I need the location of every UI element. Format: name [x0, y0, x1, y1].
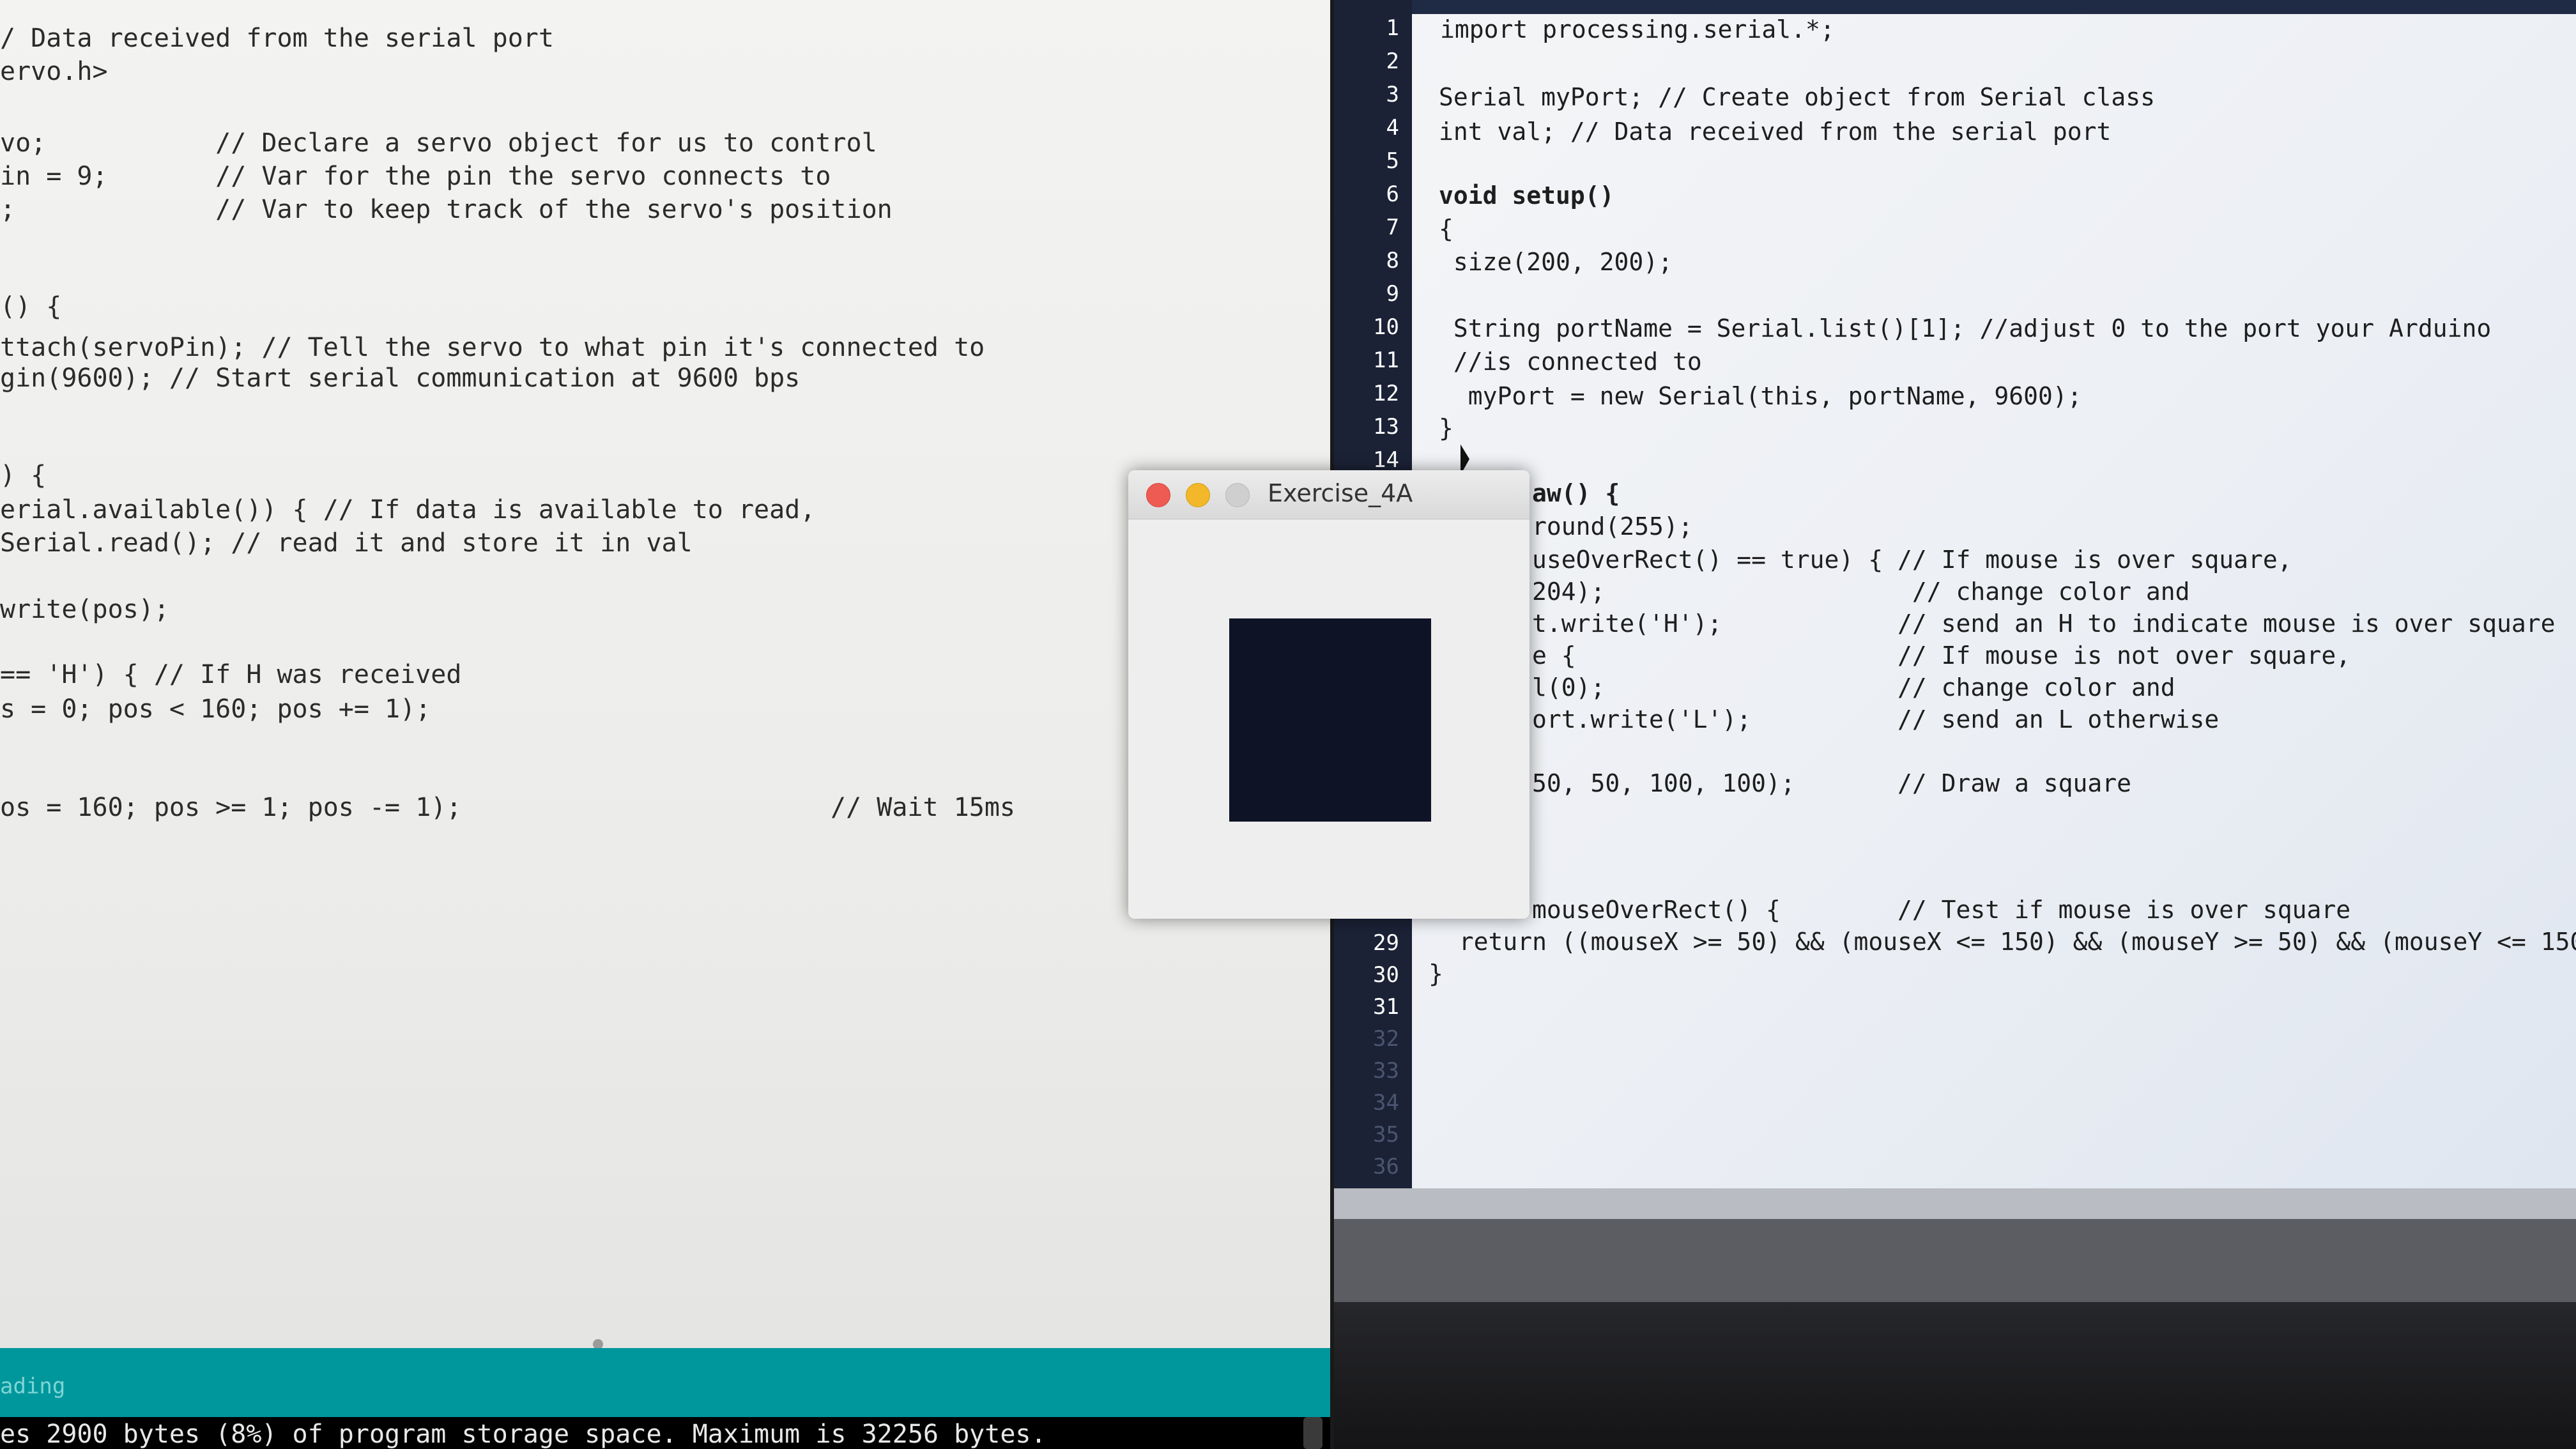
processing-bottom-panel — [1334, 1188, 2576, 1449]
window-title: Exercise_4A — [1268, 479, 1413, 507]
code-line: Serial.read(); // read it and store it i… — [0, 528, 693, 558]
line-number: 12 — [1373, 381, 1399, 406]
code-line: myPort = new Serial(this, portName, 9600… — [1439, 382, 2082, 410]
line-number: 30 — [1373, 962, 1399, 988]
code-line: Serial myPort; // Create object from Ser… — [1439, 83, 2156, 111]
code-line: round(255); — [1532, 512, 1693, 540]
code-line: t.write('H'); // send an H to indicate m… — [1532, 610, 2556, 638]
code-line: l(0); // change color and — [1532, 673, 2175, 702]
line-number: 9 — [1386, 281, 1399, 307]
close-window-button[interactable] — [1146, 483, 1170, 507]
window-titlebar[interactable]: Exercise_4A — [1128, 470, 1529, 519]
code-line: useOverRect() == true) { // If mouse is … — [1532, 546, 2292, 574]
console-text: es 2900 bytes (8%) of program storage sp… — [0, 1420, 1046, 1449]
line-number: 11 — [1373, 348, 1399, 373]
code-line: == 'H') { // If H was received — [0, 660, 462, 689]
code-line: ort.write('L'); // send an L otherwise — [1532, 705, 2220, 733]
line-number: 1 — [1386, 15, 1399, 41]
code-line: return ((mouseX >= 50) && (mouseX <= 150… — [1430, 928, 2576, 956]
line-number: 31 — [1373, 994, 1399, 1020]
zoom-window-button[interactable] — [1225, 483, 1250, 507]
code-line: ervo.h> — [0, 57, 108, 86]
line-number: 36 — [1373, 1154, 1399, 1179]
code-line: erial.available()) { // If data is avail… — [0, 495, 816, 525]
processing-top-bar — [1334, 0, 2576, 14]
console-scrollbar[interactable] — [1303, 1417, 1322, 1449]
status-text: ading — [0, 1374, 66, 1399]
code-line: mouseOverRect() { // Test if mouse is ov… — [1532, 896, 2351, 924]
code-line: { — [1439, 215, 1453, 243]
line-number: 5 — [1386, 148, 1399, 174]
sketch-window[interactable]: Exercise_4A — [1128, 470, 1529, 919]
line-number: 6 — [1386, 181, 1399, 207]
line-number: 2 — [1386, 49, 1399, 74]
code-line: //is connected to — [1439, 348, 1702, 376]
code-line: 204); // change color and — [1532, 578, 2190, 606]
code-line: in = 9; // Var for the pin the servo con… — [0, 162, 831, 191]
line-number: 32 — [1373, 1026, 1399, 1052]
code-line: 50, 50, 100, 100); // Draw a square — [1532, 769, 2131, 797]
processing-status-bar — [1334, 1188, 2576, 1219]
code-line: ; // Var to keep track of the servo's po… — [0, 195, 893, 224]
line-number: 34 — [1373, 1090, 1399, 1116]
code-line: write(pos); — [0, 595, 169, 624]
code-line: String portName = Serial.list()[1]; //ad… — [1439, 314, 2492, 342]
line-number: 13 — [1373, 414, 1399, 440]
processing-console-header — [1334, 1219, 2576, 1302]
line-number: 35 — [1373, 1122, 1399, 1147]
code-line: () { — [0, 292, 62, 321]
line-number: 29 — [1373, 930, 1399, 956]
arduino-console: es 2900 bytes (8%) of program storage sp… — [0, 1417, 1330, 1449]
line-number: 3 — [1386, 82, 1399, 107]
line-number: 4 — [1386, 115, 1399, 141]
line-number: 10 — [1373, 314, 1399, 340]
line-number: 8 — [1386, 248, 1399, 273]
line-number: 33 — [1373, 1058, 1399, 1084]
code-line: gin(9600); // Start serial communication… — [0, 364, 801, 393]
code-line: int val; // Data received from the seria… — [1439, 118, 2112, 146]
arduino-status-bar: ading — [0, 1348, 1330, 1417]
code-line: size(200, 200); — [1439, 248, 1673, 276]
code-line: } — [1429, 960, 1443, 988]
code-line: void setup() — [1439, 181, 1614, 210]
minimize-window-button[interactable] — [1186, 483, 1210, 507]
code-line: / Data received from the serial port — [0, 24, 554, 53]
code-line: s = 0; pos < 160; pos += 1); — [0, 694, 431, 724]
code-line: ttach(servoPin); // Tell the servo to wh… — [0, 333, 985, 362]
code-line: ) { — [0, 461, 47, 490]
line-number: 7 — [1386, 215, 1399, 240]
code-line: vo; // Declare a servo object for us to … — [0, 128, 877, 158]
sketch-square[interactable] — [1229, 618, 1431, 822]
code-line: os = 160; pos >= 1; pos -= 1); — [0, 793, 462, 822]
code-line: e { // If mouse is not over square, — [1532, 641, 2351, 670]
code-line: aw() { — [1532, 479, 1620, 507]
code-line: // Wait 15ms — [831, 793, 1015, 822]
code-line: } — [1439, 414, 1453, 442]
code-line: import processing.serial.*; — [1440, 15, 1835, 43]
